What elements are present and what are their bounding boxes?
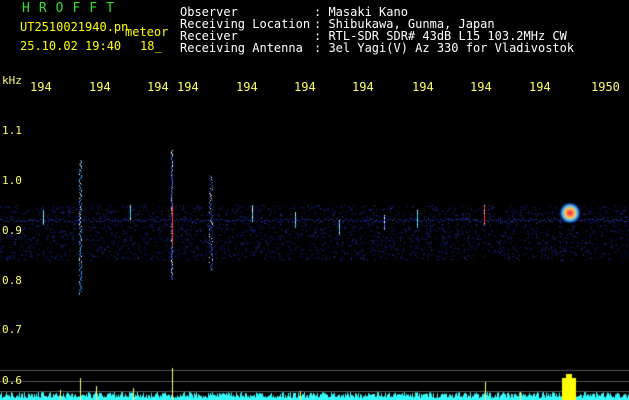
x-tick: 194 bbox=[177, 80, 199, 94]
x-tick: 194 bbox=[236, 80, 258, 94]
y-tick: 0.7 bbox=[2, 323, 22, 336]
x-tick: 194 bbox=[412, 80, 434, 94]
antenna-label: Receiving Antenna bbox=[180, 41, 303, 55]
y-tick: 0.9 bbox=[2, 224, 22, 237]
y-tick: 1.1 bbox=[2, 124, 22, 137]
x-tick: 194 bbox=[470, 80, 492, 94]
y-tick: 0.6 bbox=[2, 374, 22, 387]
x-tick: 194 bbox=[529, 80, 551, 94]
y-tick: 1.0 bbox=[2, 174, 22, 187]
datetime-label: 25.10.02 19:40 bbox=[20, 39, 122, 53]
mode-label: meteor bbox=[125, 25, 169, 39]
minute-label: 18_ bbox=[140, 39, 162, 53]
y-tick: 0.8 bbox=[2, 274, 22, 287]
x-tick: 194 bbox=[30, 80, 52, 94]
spectrogram-canvas bbox=[0, 0, 629, 400]
y-axis-unit: kHz bbox=[2, 74, 22, 87]
x-tick: 194 bbox=[294, 80, 316, 94]
antenna-value: : 3el Yagi(V) Az 330 for Vladivostok bbox=[314, 41, 575, 55]
app-title: HROFFT bbox=[22, 1, 123, 16]
x-tick: 194 bbox=[147, 80, 169, 94]
x-tick: 1950 bbox=[591, 80, 620, 94]
file-name: UT2510021940.pn bbox=[20, 20, 129, 34]
x-tick: 194 bbox=[89, 80, 111, 94]
x-tick: 194 bbox=[352, 80, 374, 94]
